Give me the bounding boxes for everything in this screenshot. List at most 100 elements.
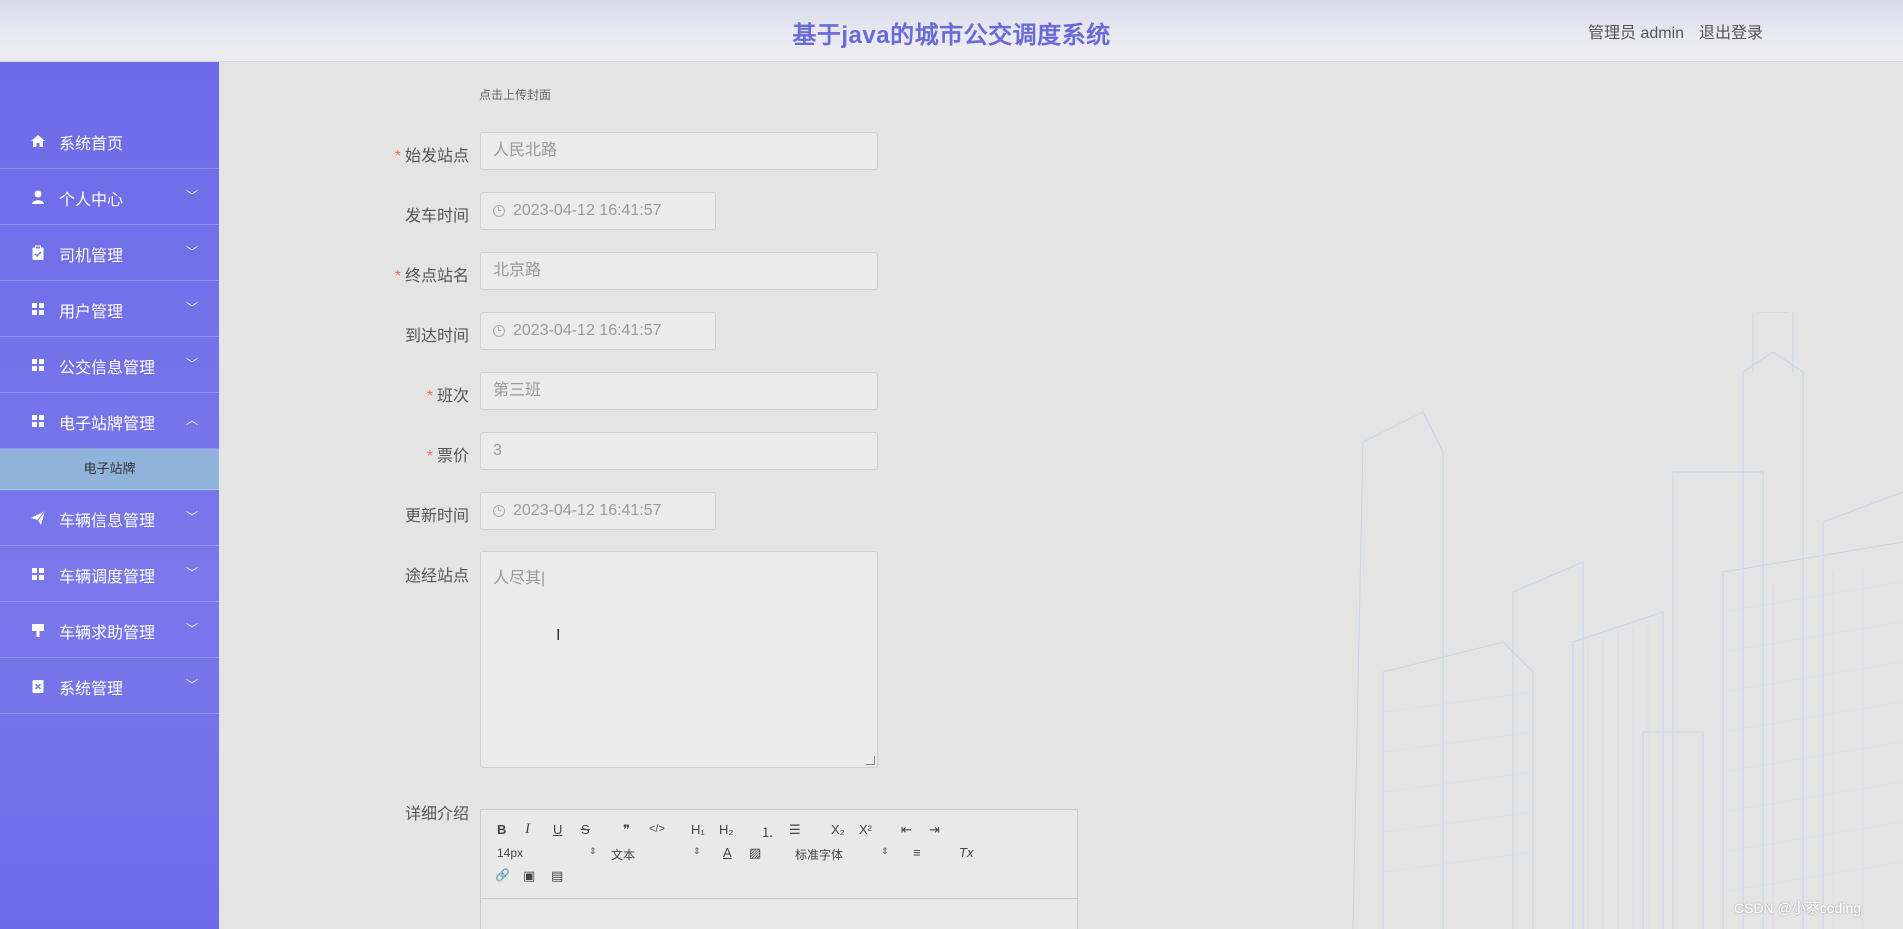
align-button[interactable]: ≡ xyxy=(913,845,921,860)
via-stations-textarea[interactable]: 人尽其| xyxy=(480,551,878,768)
clock-icon xyxy=(493,504,505,517)
watermark: CSDN @小蔡coding xyxy=(1734,900,1862,916)
clear-format-button[interactable]: Tx xyxy=(959,845,973,860)
sidebar: 系统首页 个人中心 ﹀ 司机管理 ﹀ 用户管理 ﹀ 公交信息管理 ﹀ 电子站牌管… xyxy=(0,62,219,929)
ordered-list-button[interactable]: ⒈ xyxy=(761,822,774,841)
resize-handle[interactable] xyxy=(866,756,875,765)
editor-toolbar: B I U S ❞ </> H₁ H₂ ⒈ ☰ X₂ X² ⇤ ⇥ 14px ⇕ … xyxy=(481,810,1077,899)
editor-content-area[interactable] xyxy=(481,899,1077,929)
chevron-down-icon: ﹀ xyxy=(186,301,199,315)
chevron-down-icon: ﹀ xyxy=(186,245,199,259)
via-stations-label: 途经站点 xyxy=(404,568,469,585)
upload-cover-link[interactable]: 点击上传封面 xyxy=(479,86,551,103)
sidebar-item-label: 车辆信息管理 xyxy=(59,513,156,530)
underline-button[interactable]: U xyxy=(553,822,562,837)
sidebar-item-home[interactable]: 系统首页 xyxy=(0,113,219,169)
user-icon xyxy=(32,190,44,204)
stamp-icon xyxy=(32,624,44,637)
home-icon xyxy=(31,135,45,147)
start-station-input[interactable]: 人民北路 xyxy=(480,132,878,170)
sidebar-item-users[interactable]: 用户管理 ﹀ xyxy=(0,281,219,337)
chevron-down-icon: ﹀ xyxy=(186,357,199,371)
superscript-button[interactable]: X² xyxy=(859,822,872,837)
arrive-time-label: 到达时间 xyxy=(404,328,469,345)
logout-link[interactable]: 退出登录 xyxy=(1699,19,1763,43)
depart-time-picker[interactable]: 2023-04-12 16:41:57 xyxy=(480,192,716,230)
video-button[interactable]: ▤ xyxy=(551,868,563,884)
sidebar-item-label: 车辆调度管理 xyxy=(59,569,156,586)
link-button[interactable]: 🔗 xyxy=(495,868,510,882)
sidebar-item-bus-info[interactable]: 公交信息管理 ﹀ xyxy=(0,337,219,393)
font-size-select[interactable]: 14px ⇕ xyxy=(497,846,597,860)
chevron-down-icon: ﹀ xyxy=(186,189,199,203)
detail-label: 详细介绍 xyxy=(404,806,469,823)
strike-button[interactable]: S xyxy=(581,822,590,837)
header-select[interactable]: 文本 ⇕ xyxy=(611,846,701,863)
image-button[interactable]: ▣ xyxy=(523,868,535,884)
sidebar-item-label: 系统首页 xyxy=(59,136,124,153)
blockquote-button[interactable]: ❞ xyxy=(623,822,630,838)
update-time-picker[interactable]: 2023-04-12 16:41:57 xyxy=(480,492,716,530)
top-header: 基于java的城市公交调度系统 管理员 admin 退出登录 xyxy=(0,0,1903,62)
arrive-time-value: 2023-04-12 16:41:57 xyxy=(513,322,662,339)
indent-button[interactable]: ⇥ xyxy=(929,822,940,838)
required-mark: * xyxy=(394,268,401,285)
update-time-value: 2023-04-12 16:41:57 xyxy=(513,502,662,519)
start-station-label: * 始发站点 xyxy=(394,148,469,165)
chevron-up-icon: ︿ xyxy=(186,413,199,427)
clipboard-icon xyxy=(32,245,44,260)
clock-icon xyxy=(493,324,505,337)
chevron-down-icon: ﹀ xyxy=(186,510,199,524)
fare-input[interactable]: 3 xyxy=(480,432,878,470)
depart-time-label: 发车时间 xyxy=(404,208,469,225)
subscript-button[interactable]: X₂ xyxy=(831,822,845,837)
bullet-list-button[interactable]: ☰ xyxy=(789,822,801,838)
via-stations-value: 人尽其| xyxy=(493,570,546,587)
required-mark: * xyxy=(426,388,433,405)
close-box-icon xyxy=(32,680,44,693)
chevron-down-icon: ﹀ xyxy=(186,622,199,636)
rich-text-editor: B I U S ❞ </> H₁ H₂ ⒈ ☰ X₂ X² ⇤ ⇥ 14px ⇕ … xyxy=(480,809,1078,929)
shift-label: * 班次 xyxy=(426,388,469,405)
send-icon xyxy=(31,510,46,525)
sidebar-item-system[interactable]: 系统管理 ﹀ xyxy=(0,658,219,714)
grid-icon xyxy=(32,415,44,427)
sidebar-item-drivers[interactable]: 司机管理 ﹀ xyxy=(0,225,219,281)
sidebar-item-profile[interactable]: 个人中心 ﹀ xyxy=(0,169,219,225)
sidebar-item-label: 个人中心 xyxy=(59,192,124,209)
code-block-button[interactable]: </> xyxy=(649,823,665,835)
sidebar-item-label: 系统管理 xyxy=(59,681,124,698)
sidebar-item-vehicle-dispatch[interactable]: 车辆调度管理 ﹀ xyxy=(0,546,219,602)
font-family-select[interactable]: 标准字体 ⇕ xyxy=(795,846,889,863)
italic-button[interactable]: I xyxy=(525,821,530,838)
sidebar-item-label: 车辆求助管理 xyxy=(59,625,156,642)
chevron-down-icon: ﹀ xyxy=(186,678,199,692)
grid-icon xyxy=(32,303,44,315)
clock-icon xyxy=(493,204,505,217)
submenu-item-e-stop-sign[interactable]: 电子站牌 xyxy=(0,449,219,490)
outdent-button[interactable]: ⇤ xyxy=(901,822,912,838)
fare-label: * 票价 xyxy=(426,448,469,465)
chevron-down-icon: ﹀ xyxy=(186,566,199,580)
sidebar-item-vehicle-help[interactable]: 车辆求助管理 ﹀ xyxy=(0,602,219,658)
end-station-input[interactable]: 北京路 xyxy=(480,252,878,290)
sidebar-item-vehicle-info[interactable]: 车辆信息管理 ﹀ xyxy=(0,490,219,546)
main-content: 点击上传封面 * 始发站点 人民北路 发车时间 2023-04-12 16:41:… xyxy=(219,62,1903,929)
header-1-button[interactable]: H₁ xyxy=(691,822,705,837)
grid-icon xyxy=(32,568,44,580)
shift-input[interactable]: 第三班 xyxy=(480,372,878,410)
current-user: 管理员 admin xyxy=(1588,25,1685,42)
bold-button[interactable]: B xyxy=(497,822,506,837)
sidebar-item-e-stop-sign[interactable]: 电子站牌管理 ︿ xyxy=(0,393,219,449)
sidebar-menu: 系统首页 个人中心 ﹀ 司机管理 ﹀ 用户管理 ﹀ 公交信息管理 ﹀ 电子站牌管… xyxy=(0,113,219,714)
sidebar-item-label: 公交信息管理 xyxy=(59,360,156,377)
required-mark: * xyxy=(426,448,433,465)
font-color-button[interactable]: A xyxy=(723,845,732,860)
background-color-button[interactable]: ▨ xyxy=(749,845,761,861)
arrive-time-picker[interactable]: 2023-04-12 16:41:57 xyxy=(480,312,716,350)
background-illustration xyxy=(1352,312,1903,929)
header-2-button[interactable]: H₂ xyxy=(719,822,733,837)
sidebar-item-label: 用户管理 xyxy=(59,304,124,321)
grid-icon xyxy=(32,359,44,371)
required-mark: * xyxy=(394,148,401,165)
